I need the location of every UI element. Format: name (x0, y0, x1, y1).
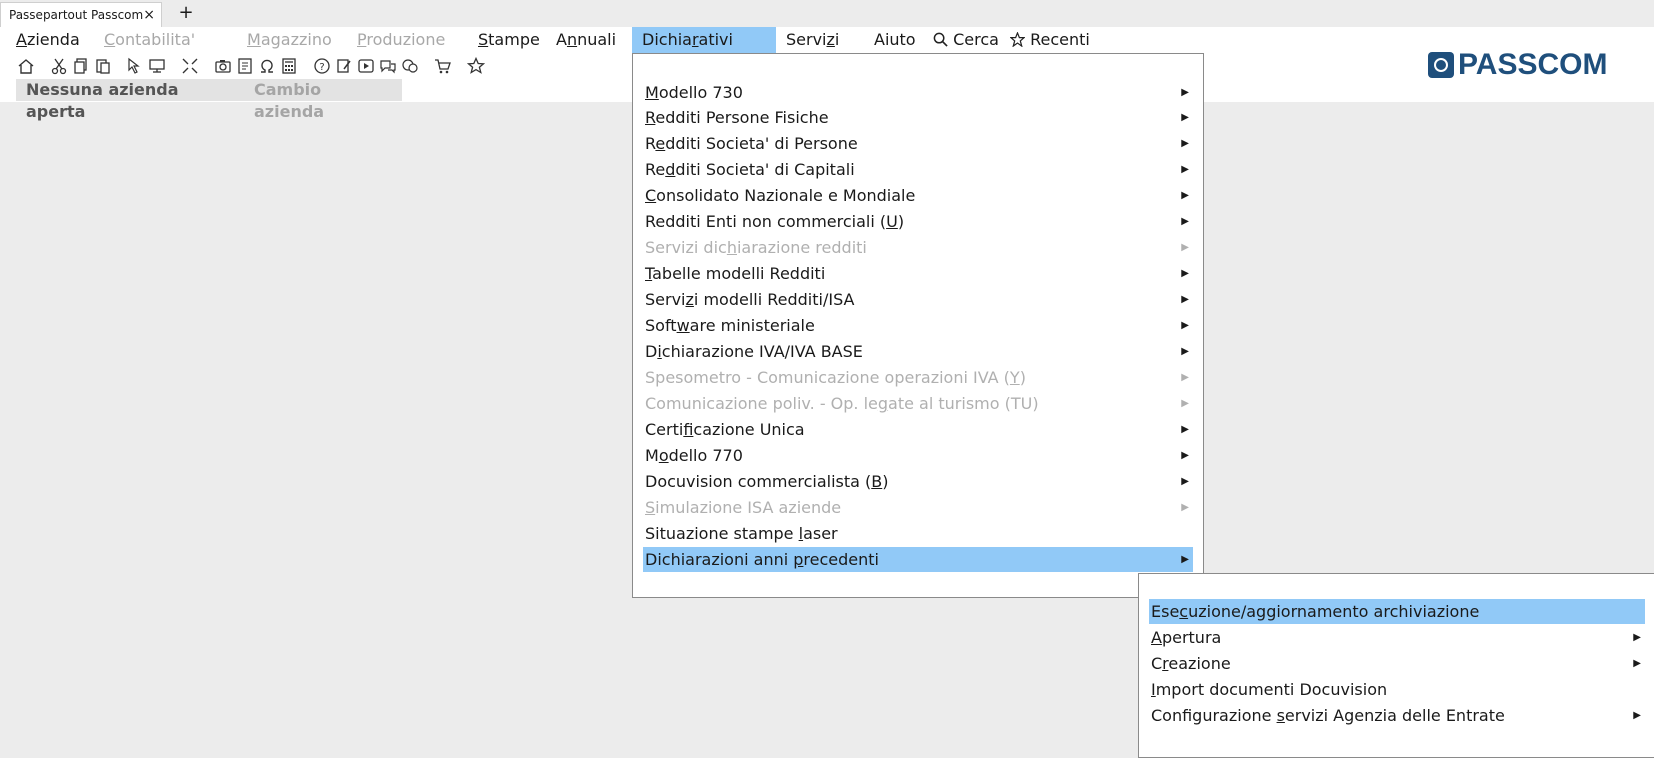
dd-modello-770[interactable]: Modello 770 ▶ (643, 443, 1193, 468)
dd-consolidato[interactable]: Consolidato Nazionale e Mondiale ▶ (643, 183, 1193, 208)
menu-servizi[interactable]: Servizi (786, 27, 839, 53)
submenu-arrow-icon: ▶ (1181, 242, 1189, 253)
home-icon[interactable] (17, 55, 37, 77)
menu-cerca[interactable]: Cerca (933, 27, 999, 53)
browser-tab-strip: Passepartout Passcom × + (0, 0, 1654, 28)
cut-icon[interactable] (50, 55, 70, 77)
dd-modello-730[interactable]: Modello 730 ▶ (643, 80, 1193, 105)
pointer-icon[interactable] (126, 55, 146, 77)
submenu-arrow-icon: ▶ (1181, 190, 1189, 201)
toolbar: ? (0, 55, 520, 77)
dd-situazione-stampe[interactable]: Situazione stampe laser (643, 521, 1193, 546)
no-company-open-tab[interactable]: Nessuna azienda aperta (16, 79, 244, 121)
favorites-star-icon[interactable] (466, 55, 487, 77)
help-icon[interactable]: ? (313, 55, 333, 77)
camera-icon[interactable] (214, 55, 234, 77)
menu-recenti[interactable]: Recenti (1009, 27, 1090, 53)
menu-magazzino[interactable]: Magazzino (247, 27, 332, 53)
add-tab-icon[interactable]: + (176, 2, 196, 24)
svg-text:?: ? (319, 62, 324, 73)
submenu-arrow-icon: ▶ (1181, 87, 1189, 98)
submenu-arrow-icon: ▶ (1181, 476, 1189, 487)
dd-comunicazione-poliv[interactable]: Comunicazione poliv. - Op. legate al tur… (643, 391, 1193, 416)
menu-contabilita[interactable]: Contabilita' (104, 27, 195, 53)
submenu-arrow-icon: ▶ (1181, 138, 1189, 149)
sub-creazione[interactable]: Creazione ▶ (1149, 651, 1645, 676)
sub-import-docuvision[interactable]: Import documenti Docuvision (1149, 677, 1645, 702)
submenu-arrow-icon: ▶ (1633, 658, 1641, 669)
submenu-arrow-icon: ▶ (1181, 268, 1189, 279)
copy-icon[interactable] (72, 55, 92, 77)
omega-icon[interactable] (258, 55, 278, 77)
submenu-arrow-icon: ▶ (1181, 554, 1189, 565)
submenu-arrow-icon: ▶ (1181, 320, 1189, 331)
menu-aiuto[interactable]: Aiuto (874, 27, 916, 53)
dichiarazioni-precedenti-submenu: Esecuzione/aggiornamento archiviazione A… (1138, 573, 1654, 758)
submenu-arrow-icon: ▶ (1181, 346, 1189, 357)
menu-produzione[interactable]: Produzione (357, 27, 445, 53)
paste-icon[interactable] (94, 55, 114, 77)
dd-dichiarazioni-precedenti[interactable]: Dichiarazioni anni precedenti ▶ (643, 547, 1193, 572)
submenu-arrow-icon: ▶ (1633, 710, 1641, 721)
dd-certificazione-unica[interactable]: Certificazione Unica ▶ (643, 417, 1193, 442)
submenu-arrow-icon: ▶ (1181, 502, 1189, 513)
chat-icon[interactable] (379, 55, 399, 77)
dd-redditi-enti[interactable]: Redditi Enti non commerciali (U) ▶ (643, 209, 1193, 234)
dd-simulazione-isa[interactable]: Simulazione ISA aziende ▶ (643, 495, 1193, 520)
dichiarativi-dropdown: Modello 730 ▶ Redditi Persone Fisiche ▶ Re… (632, 53, 1204, 598)
tab-title: Passepartout Passcom (9, 8, 144, 22)
dd-servizi-modelli[interactable]: Servizi modelli Redditi/ISA ▶ (643, 287, 1193, 312)
submenu-arrow-icon: ▶ (1181, 450, 1189, 461)
submenu-arrow-icon: ▶ (1181, 294, 1189, 305)
change-company-tab[interactable]: Cambio azienda (244, 79, 402, 121)
submenu-arrow-icon: ▶ (1181, 372, 1189, 383)
chat-bubbles-icon[interactable] (401, 55, 421, 77)
passcom-logo-icon (1428, 52, 1454, 78)
star-icon (1009, 31, 1026, 48)
submenu-arrow-icon: ▶ (1633, 632, 1641, 643)
document-icon[interactable] (236, 55, 256, 77)
menu-cerca-label: Cerca (953, 30, 999, 49)
dd-tabelle-modelli[interactable]: Tabelle modelli Redditi ▶ (643, 261, 1193, 286)
tab-passepartout[interactable]: Passepartout Passcom × (0, 2, 162, 27)
logo-text: PASSCOM (1458, 48, 1608, 81)
monitor-icon[interactable] (148, 55, 168, 77)
cart-icon[interactable] (434, 55, 454, 77)
dd-servizi-dichiarazione[interactable]: Servizi dichiarazione redditi ▶ (643, 235, 1193, 260)
collapse-icon[interactable] (181, 55, 201, 77)
menu-azienda[interactable]: Azienda (16, 27, 80, 53)
submenu-arrow-icon: ▶ (1181, 424, 1189, 435)
dd-redditi-societa-persone[interactable]: Redditi Societa' di Persone ▶ (643, 131, 1193, 156)
dd-redditi-societa-capitali[interactable]: Redditi Societa' di Capitali ▶ (643, 157, 1193, 182)
menu-stampe[interactable]: Stampe (478, 27, 540, 53)
passcom-logo: PASSCOM (1428, 48, 1608, 81)
dd-software-ministeriale[interactable]: Software ministeriale ▶ (643, 313, 1193, 338)
dd-docuvision[interactable]: Docuvision commercialista (B) ▶ (643, 469, 1193, 494)
edit-document-icon[interactable] (335, 55, 355, 77)
menu-dichiarativi[interactable]: Dichiarativi (632, 27, 776, 53)
sub-apertura[interactable]: Apertura ▶ (1149, 625, 1645, 650)
video-icon[interactable] (357, 55, 377, 77)
dd-spesometro[interactable]: Spesometro - Comunicazione operazioni IV… (643, 365, 1193, 390)
calculator-icon[interactable] (280, 55, 300, 77)
submenu-arrow-icon: ▶ (1181, 164, 1189, 175)
close-icon[interactable]: × (143, 3, 155, 27)
submenu-arrow-icon: ▶ (1181, 112, 1189, 123)
search-icon (933, 32, 948, 47)
menu-recenti-label: Recenti (1030, 30, 1090, 49)
menu-annuali[interactable]: Annuali (556, 27, 616, 53)
submenu-arrow-icon: ▶ (1181, 216, 1189, 227)
main-menubar: Azienda Contabilita' Magazzino Produzion… (0, 27, 1654, 53)
submenu-arrow-icon: ▶ (1181, 398, 1189, 409)
sub-esecuzione-archiviazione[interactable]: Esecuzione/aggiornamento archiviazione (1149, 599, 1645, 624)
dd-redditi-persone-fisiche[interactable]: Redditi Persone Fisiche ▶ (643, 105, 1193, 130)
sub-configurazione-servizi[interactable]: Configurazione servizi Agenzia delle Ent… (1149, 703, 1645, 728)
dd-dichiarazione-iva[interactable]: Dichiarazione IVA/IVA BASE ▶ (643, 339, 1193, 364)
